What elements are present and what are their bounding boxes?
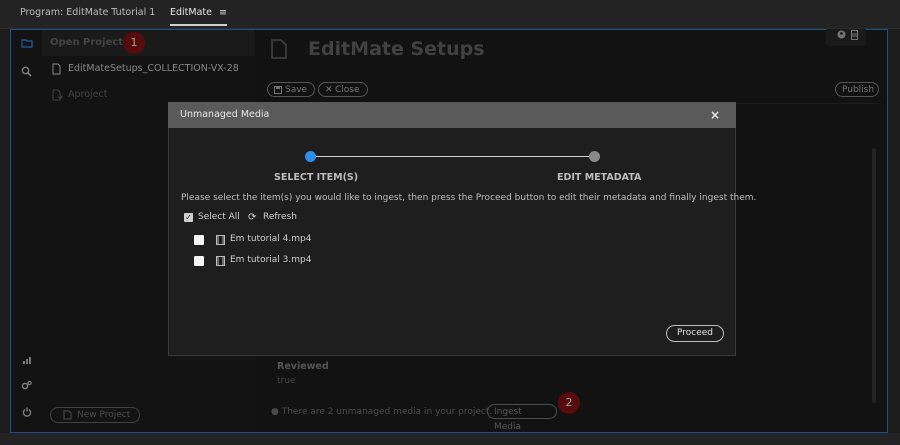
step-2-label: EDIT METADATA [557,172,642,183]
stepper-line [311,156,595,157]
refresh-icon: ⟳ [248,212,257,223]
proceed-button[interactable]: Proceed [666,325,724,342]
step-1-dot [305,151,316,162]
tab-editmate-label: EditMate [170,7,212,18]
refresh-label: Refresh [263,212,297,222]
file-checkbox[interactable] [194,235,204,245]
film-icon [216,235,225,248]
unmanaged-media-dialog [168,102,736,356]
select-all-checkbox[interactable]: ✓ [184,213,193,222]
file-name: Em tutorial 4.mp4 [230,234,312,244]
select-all-label: Select All [198,212,240,222]
dialog-title: Unmanaged Media [180,109,270,120]
file-name: Em tutorial 3.mp4 [230,255,312,265]
tab-menu-icon[interactable]: ≡ [219,7,227,18]
tab-program[interactable]: Program: EditMate Tutorial 1 [20,0,155,26]
file-checkbox[interactable] [194,256,204,266]
bottom-bar [0,433,900,445]
step-1-label: SELECT ITEM(S) [274,172,359,183]
dialog-instructions: Please select the item(s) you would like… [181,193,757,203]
dialog-titlebar: Unmanaged Media × [168,102,736,128]
tab-editmate[interactable]: EditMate ≡ [170,0,227,26]
step-2-dot [589,151,600,162]
film-icon [216,256,225,269]
dialog-close-icon[interactable]: × [710,102,720,128]
